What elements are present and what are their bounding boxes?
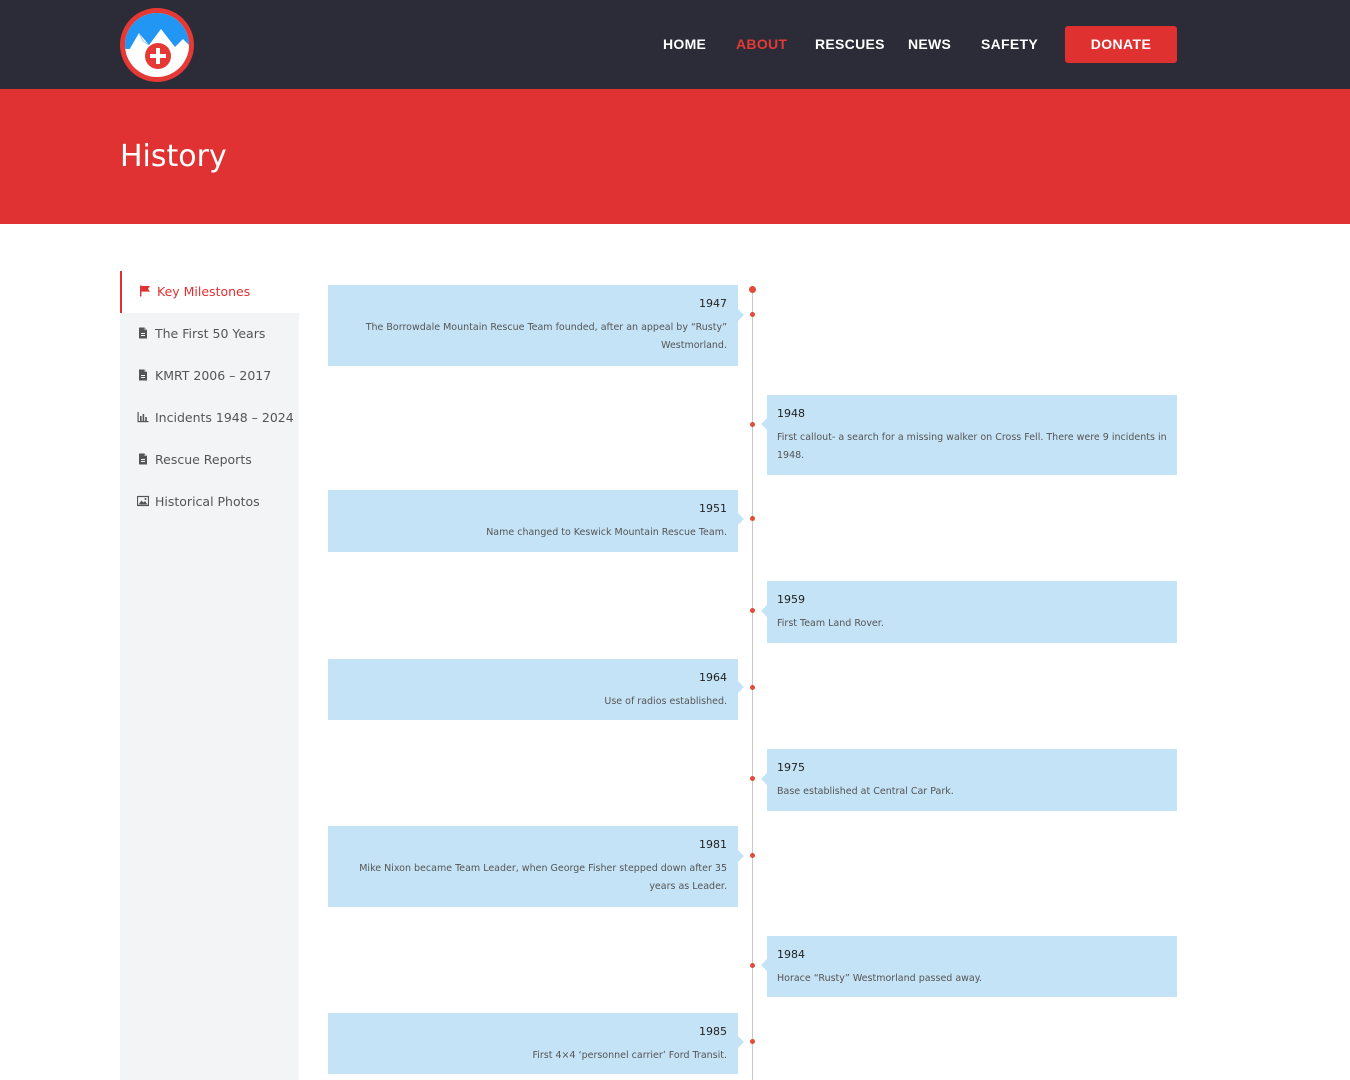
sidebar-item-label: Incidents 1948 – 2024: [155, 410, 294, 425]
timeline-card-1947: 1947 The Borrowdale Mountain Rescue Team…: [328, 285, 744, 366]
timeline-text: First 4×4 ‘personnel carrier’ Ford Trans…: [532, 1050, 727, 1061]
sidebar-item-label: KMRT 2006 – 2017: [155, 368, 272, 383]
sidebar-item-key-milestones[interactable]: Key Milestones: [120, 271, 299, 313]
timeline-year: 1947: [699, 297, 727, 310]
timeline-text: Mike Nixon became Team Leader, when Geor…: [359, 863, 727, 892]
timeline-year: 1948: [777, 407, 805, 420]
timeline-text: Name changed to Keswick Mountain Rescue …: [486, 527, 727, 538]
timeline-dot: [750, 312, 755, 317]
pdf-file-icon: [139, 453, 147, 465]
timeline-card-1951: 1951 Name changed to Keswick Mountain Re…: [328, 490, 744, 552]
sidebar-item-label: Rescue Reports: [155, 452, 252, 467]
timeline-year: 1964: [699, 671, 727, 684]
donate-button[interactable]: DONATE: [1065, 26, 1177, 63]
sidebar-item-label: The First 50 Years: [155, 326, 266, 341]
timeline-dot: [750, 776, 755, 781]
sidebar-item-kmrt-2006-2017[interactable]: KMRT 2006 – 2017: [120, 355, 299, 397]
timeline-text: Base established at Central Car Park.: [777, 786, 954, 797]
timeline-text: First Team Land Rover.: [777, 618, 884, 629]
nav-rescues[interactable]: RESCUES: [815, 36, 885, 54]
sidebar-item-incidents[interactable]: Incidents 1948 – 2024: [120, 397, 299, 439]
timeline-year: 1975: [777, 761, 805, 774]
timeline-year: 1985: [699, 1025, 727, 1038]
timeline-dot: [750, 1039, 755, 1044]
logo-badge: [125, 13, 189, 77]
nav-safety[interactable]: SAFETY: [981, 36, 1038, 54]
timeline-year: 1984: [777, 948, 805, 961]
page-title: History: [120, 139, 227, 174]
timeline-card-1981: 1981 Mike Nixon became Team Leader, when…: [328, 826, 744, 907]
logo-icon[interactable]: [120, 8, 194, 82]
sidebar-item-first-50-years[interactable]: The First 50 Years: [120, 313, 299, 355]
image-icon: [137, 495, 149, 507]
sidebar: Key Milestones The First 50 Years KMRT 2…: [120, 271, 299, 1080]
site-header: HOME ABOUT RESCUES NEWS SAFETY DONATE: [0, 0, 1350, 89]
pdf-file-icon: [139, 369, 147, 381]
bar-chart-icon: [137, 412, 149, 423]
timeline-card-1975: 1975 Base established at Central Car Par…: [761, 749, 1177, 811]
red-cross-icon: [145, 43, 171, 69]
timeline-dot: [750, 963, 755, 968]
timeline-text: Use of radios established.: [604, 696, 727, 707]
sidebar-item-label: Historical Photos: [155, 494, 260, 509]
sidebar-item-historical-photos[interactable]: Historical Photos: [120, 481, 299, 523]
flag-icon: [140, 285, 150, 297]
timeline-card-1985: 1985 First 4×4 ‘personnel carrier’ Ford …: [328, 1013, 744, 1074]
sidebar-item-rescue-reports[interactable]: Rescue Reports: [120, 439, 299, 481]
timeline-dot: [750, 422, 755, 427]
timeline-card-1948: 1948 First callout- a search for a missi…: [761, 395, 1177, 475]
nav-home[interactable]: HOME: [663, 36, 706, 54]
timeline-card-1964: 1964 Use of radios established.: [328, 659, 744, 720]
pdf-file-icon: [139, 327, 147, 339]
page-hero: History: [0, 89, 1350, 224]
sidebar-item-label: Key Milestones: [157, 284, 251, 299]
timeline-text: First callout- a search for a missing wa…: [777, 432, 1167, 461]
timeline-dot: [750, 516, 755, 521]
nav-news[interactable]: NEWS: [908, 36, 951, 54]
timeline-card-1959: 1959 First Team Land Rover.: [761, 581, 1177, 643]
timeline-card-1984: 1984 Horace “Rusty” Westmorland passed a…: [761, 936, 1177, 997]
timeline-year: 1951: [699, 502, 727, 515]
timeline-year: 1959: [777, 593, 805, 606]
timeline-start-dot: [749, 286, 756, 293]
timeline-text: Horace “Rusty” Westmorland passed away.: [777, 973, 983, 984]
timeline-dot: [750, 608, 755, 613]
timeline-dot: [750, 685, 755, 690]
timeline-year: 1981: [699, 838, 727, 851]
timeline-text: The Borrowdale Mountain Rescue Team foun…: [365, 322, 727, 351]
timeline-dot: [750, 853, 755, 858]
nav-about[interactable]: ABOUT: [736, 36, 787, 54]
